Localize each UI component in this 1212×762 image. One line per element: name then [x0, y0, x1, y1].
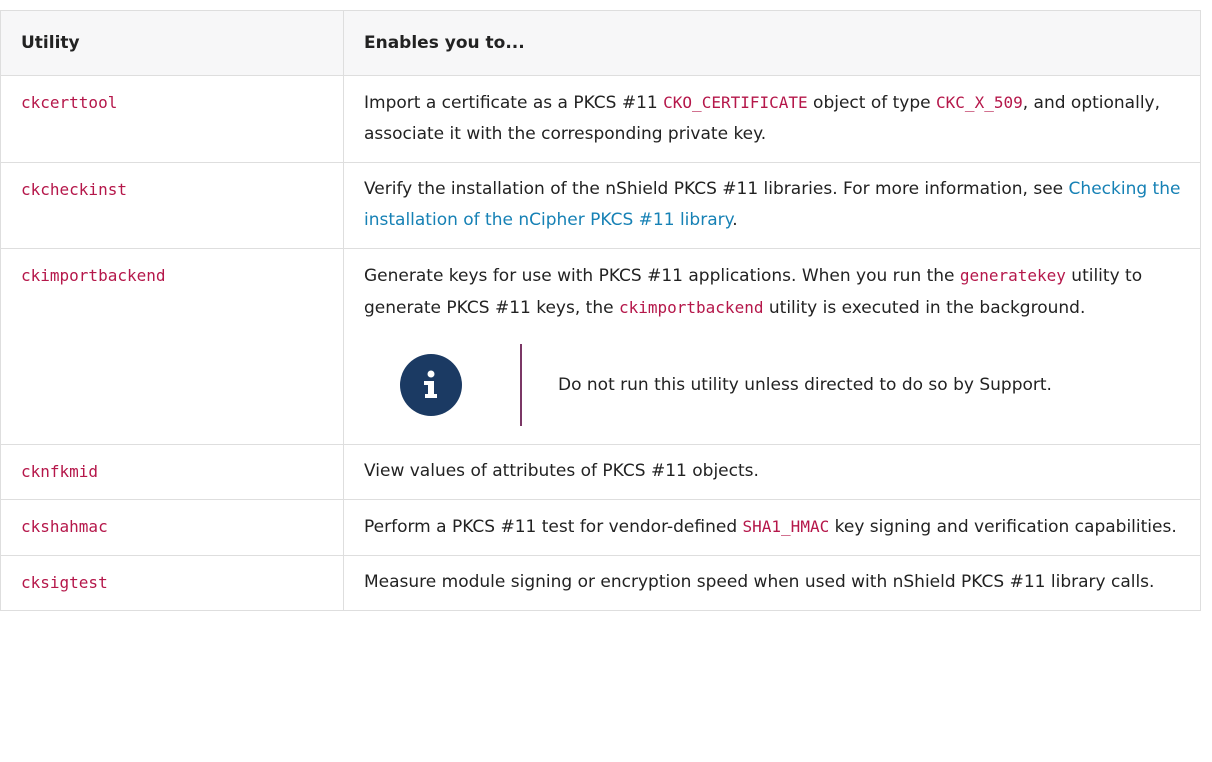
table-row: ckcheckinst Verify the installation of t…	[0, 162, 1201, 249]
description-cell: Verify the installation of the nShield P…	[343, 162, 1201, 249]
utility-name: ckshahmac	[21, 517, 108, 536]
utility-cell: ckcerttool	[0, 75, 344, 163]
table-row: cknfkmid View values of attributes of PK…	[0, 444, 1201, 500]
description-cell: Measure module signing or encryption spe…	[343, 555, 1201, 611]
utilities-table-container: Utility Enables you to... ckcerttool Imp…	[0, 10, 1212, 611]
code-literal: generatekey	[959, 266, 1066, 285]
table-row: ckimportbackend Generate keys for use wi…	[0, 248, 1201, 445]
utility-cell: cksigtest	[0, 555, 344, 611]
description-text: Verify the installation of the nShield P…	[364, 179, 1069, 199]
utility-cell: ckcheckinst	[0, 162, 344, 249]
utilities-table: Utility Enables you to... ckcerttool Imp…	[0, 10, 1201, 611]
table-row: ckcerttool Import a certificate as a PKC…	[0, 75, 1201, 163]
utility-name: ckimportbackend	[21, 266, 166, 285]
table-header-row: Utility Enables you to...	[0, 10, 1201, 76]
column-header-utility: Utility	[0, 10, 344, 76]
description-paragraph: Generate keys for use with PKCS #11 appl…	[364, 260, 1188, 324]
utility-name: ckcheckinst	[21, 180, 127, 199]
utility-cell: ckshahmac	[0, 499, 344, 556]
code-literal: SHA1_HMAC	[742, 517, 830, 536]
utility-cell: ckimportbackend	[0, 248, 344, 445]
description-text: utility is executed in the background.	[763, 298, 1086, 318]
description-text: View values of attributes of PKCS #11 ob…	[364, 461, 759, 481]
utility-name: cksigtest	[21, 573, 108, 592]
note-text: Do not run this utility unless directed …	[558, 374, 1052, 395]
utility-name: ckcerttool	[21, 93, 118, 112]
description-cell: Perform a PKCS #11 test for vendor-defin…	[343, 499, 1201, 556]
description-text: Import a certificate as a PKCS #11	[364, 93, 664, 113]
description-cell: Generate keys for use with PKCS #11 appl…	[343, 248, 1201, 445]
note-divider	[520, 344, 522, 426]
table-row: cksigtest Measure module signing or encr…	[0, 555, 1201, 611]
description-text: Measure module signing or encryption spe…	[364, 572, 1155, 592]
note-admonition: Do not run this utility unless directed …	[364, 344, 1188, 426]
description-text: .	[732, 210, 738, 230]
description-text: object of type	[807, 93, 937, 113]
utility-name: cknfkmid	[21, 462, 99, 481]
table-row: ckshahmac Perform a PKCS #11 test for ve…	[0, 499, 1201, 556]
column-header-enables: Enables you to...	[343, 10, 1201, 76]
utility-cell: cknfkmid	[0, 444, 344, 500]
description-cell: View values of attributes of PKCS #11 ob…	[343, 444, 1201, 500]
code-literal: ckimportbackend	[618, 298, 764, 317]
code-literal: CKC_X_509	[936, 93, 1023, 112]
info-glyph	[424, 370, 437, 398]
description-cell: Import a certificate as a PKCS #11 CKO_C…	[343, 75, 1201, 163]
description-text: Generate keys for use with PKCS #11 appl…	[364, 266, 960, 286]
description-text: key signing and verification capabilitie…	[829, 517, 1177, 537]
description-text: Perform a PKCS #11 test for vendor-defin…	[364, 517, 743, 537]
info-icon	[400, 354, 462, 416]
code-literal: CKO_CERTIFICATE	[663, 93, 808, 112]
